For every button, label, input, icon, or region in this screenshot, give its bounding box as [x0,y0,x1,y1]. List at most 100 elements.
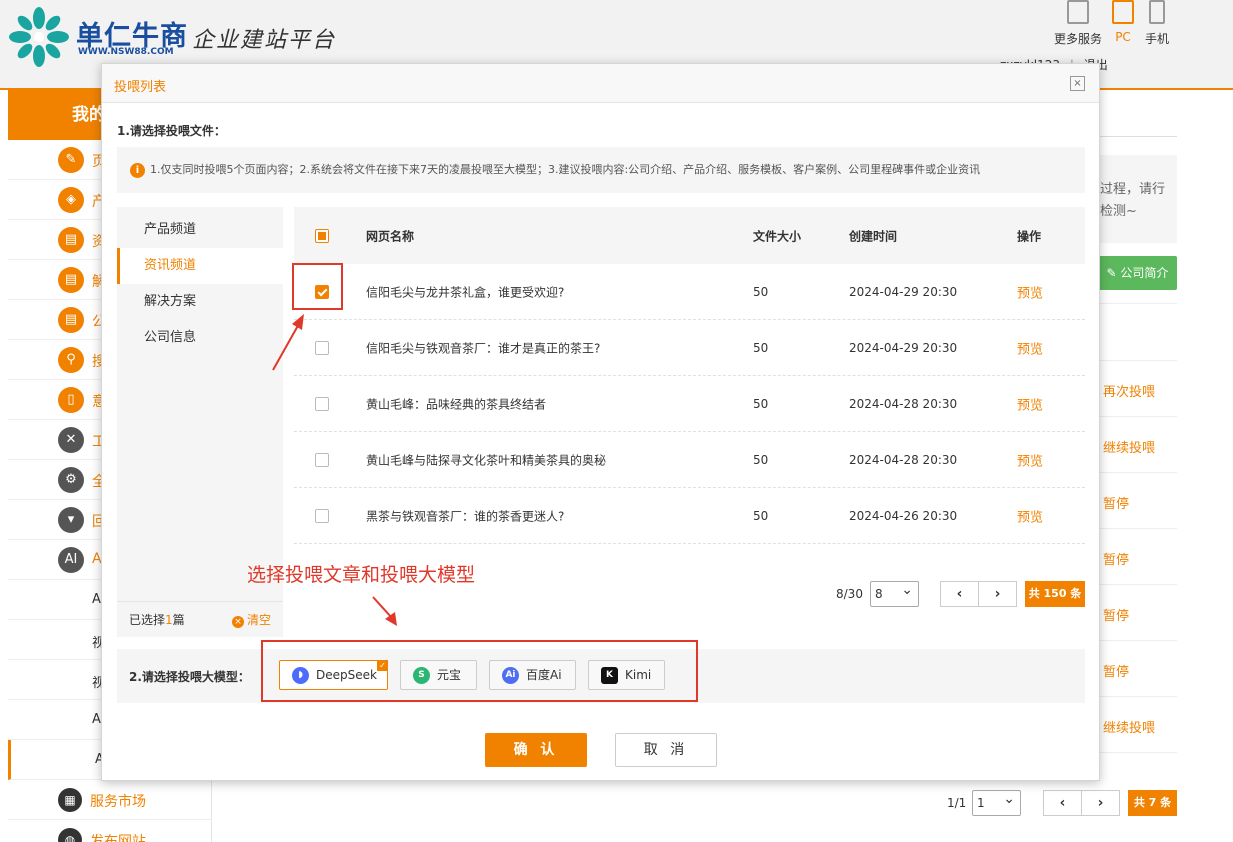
bg-page-indicator: 1/1 [947,796,967,810]
prev-page-button[interactable]: ‹ [940,581,979,607]
clear-icon: × [231,616,244,628]
bg-total-count: 共 7 条 [1128,790,1177,816]
tip-banner: i 1.仅支同时投喂5个页面内容；2.系统会将文件在接下来7天的凌晨投喂至大模型… [117,147,1085,193]
file-size: 50 [753,396,769,411]
pencil-icon: ✎ [58,147,84,173]
grid-icon: ▦ [58,788,82,812]
file-size: 50 [753,508,769,523]
brand-slogan: 企业建站平台 [192,28,337,53]
preview-link[interactable]: 预览 [1017,450,1043,469]
row-checkbox[interactable] [315,340,329,355]
file-size: 50 [753,284,769,299]
page-name: 信阳毛尖与龙井茶礼盒，谁更受欢迎? [366,285,565,299]
company-intro-button[interactable]: ✎ 公司简介 [1098,256,1177,290]
divider [1100,472,1177,473]
phone-icon [1149,0,1165,24]
file-icon: ▯ [58,387,84,413]
logo-icon [9,7,69,67]
brand-url: WWW.NSW88.COM [78,47,174,57]
document-icon: ▤ [58,307,84,333]
divider [1100,303,1177,304]
close-icon[interactable]: × [1070,76,1085,91]
table-row: 信阳毛尖与铁观音茶厂：谁才是真正的茶王? 50 2024-04-29 20:30… [294,320,1085,376]
category-product[interactable]: 产品频道 [117,212,283,248]
select-all-checkbox[interactable] [315,228,329,243]
annotation-arrow-icon [272,314,304,371]
preview-link[interactable]: 预览 [1017,338,1043,357]
action-link[interactable]: 暂停 [1103,549,1129,568]
next-page-button[interactable]: › [978,581,1017,607]
divider [1100,696,1177,697]
page-name: 黑茶与铁观音茶厂：谁的茶香更迷人? [366,509,565,523]
selected-count: 1 [165,613,173,627]
more-services-button[interactable]: 更多服务 [1054,0,1102,47]
annotation-highlight-checkbox [292,263,343,310]
preview-link[interactable]: 预览 [1017,282,1043,301]
action-link[interactable]: 暂停 [1103,493,1129,512]
table-row: 黑茶与铁观音茶厂：谁的茶香更迷人? 50 2024-04-26 20:30 预览 [294,488,1085,544]
created-time: 2024-04-28 20:30 [849,452,958,467]
category-solutions[interactable]: 解决方案 [117,284,283,320]
row-checkbox[interactable] [315,396,329,411]
action-link[interactable]: 继续投喂 [1103,717,1155,736]
divider [1100,360,1177,361]
laptop-icon [1067,0,1089,24]
sidebar-item-publish[interactable]: ◍ 发布网站 [8,820,211,842]
row-checkbox[interactable] [315,452,329,467]
preview-link[interactable]: 预览 [1017,506,1043,525]
notice-text: 过程，请行检测~ [1100,155,1177,243]
action-link[interactable]: 继续投喂 [1103,437,1155,456]
total-count: 共 150 条 [1025,581,1085,607]
step1-label: 1.请选择投喂文件： [117,124,226,138]
page-name: 黄山毛峰与陆探寻文化茶叶和精美茶具的奥秘 [366,453,607,467]
step2-label: 2.请选择投喂大模型： [129,670,250,684]
divider [1100,584,1177,585]
divider [1100,528,1177,529]
document-icon: ▤ [58,267,84,293]
preview-link[interactable]: 预览 [1017,394,1043,413]
wrench-icon: ✕ [58,427,84,453]
search-icon: ⚲ [58,347,84,373]
created-time: 2024-04-26 20:30 [849,508,958,523]
page-select[interactable]: 8 [870,578,919,607]
annotation-arrow-icon [372,596,397,626]
mobile-button[interactable]: 手机 [1145,0,1169,47]
divider [1100,416,1177,417]
annotation-text: 选择投喂文章和投喂大模型 [247,564,476,586]
table-row: 信阳毛尖与龙井茶礼盒，谁更受欢迎? 50 2024-04-29 20:30 预览 [294,264,1085,320]
modal-header: 投喂列表 × [102,64,1099,103]
sidebar-item-market[interactable]: ▦ 服务市场 [8,780,211,820]
selected-summary: 已选择1篇 × 清空 [117,601,283,637]
monitor-icon [1112,0,1134,24]
file-size: 50 [753,340,769,355]
cancel-button[interactable]: 取 消 [615,733,717,767]
globe-icon: ◍ [58,828,82,842]
action-link[interactable]: 暂停 [1103,605,1129,624]
page-name: 黄山毛峰：品味经典的茶具终结者 [366,397,547,411]
bg-next-page-button[interactable]: › [1081,790,1120,816]
tip-text: 1.仅支同时投喂5个页面内容；2.系统会将文件在接下来7天的凌晨投喂至大模型；3… [150,163,981,176]
created-time: 2024-04-29 20:30 [849,340,958,355]
row-checkbox[interactable] [315,508,329,523]
category-news[interactable]: 资讯频道 [117,248,283,284]
created-time: 2024-04-29 20:30 [849,284,958,299]
column-op: 操作 [1017,229,1042,243]
divider [1100,640,1177,641]
confirm-button[interactable]: 确 认 [485,733,587,767]
table-row: 黄山毛峰与陆探寻文化茶叶和精美茶具的奥秘 50 2024-04-28 20:30… [294,432,1085,488]
bg-page-select[interactable]: 1 [972,787,1021,816]
bg-prev-page-button[interactable]: ‹ [1043,790,1082,816]
category-company[interactable]: 公司信息 [117,320,283,356]
action-link[interactable]: 再次投喂 [1103,381,1155,400]
info-icon: i [130,163,145,178]
pc-button[interactable]: PC [1112,0,1134,44]
page-indicator: 8/30 [836,587,863,601]
clear-button[interactable]: × 清空 [231,602,271,638]
ai-icon: AI [58,547,84,573]
column-name: 网页名称 [366,229,415,243]
trash-icon: ▾ [58,507,84,533]
action-link[interactable]: 暂停 [1103,661,1129,680]
table-header: 网页名称 文件大小 创建时间 操作 [294,207,1085,264]
column-size: 文件大小 [753,229,802,243]
column-time: 创建时间 [849,229,898,243]
